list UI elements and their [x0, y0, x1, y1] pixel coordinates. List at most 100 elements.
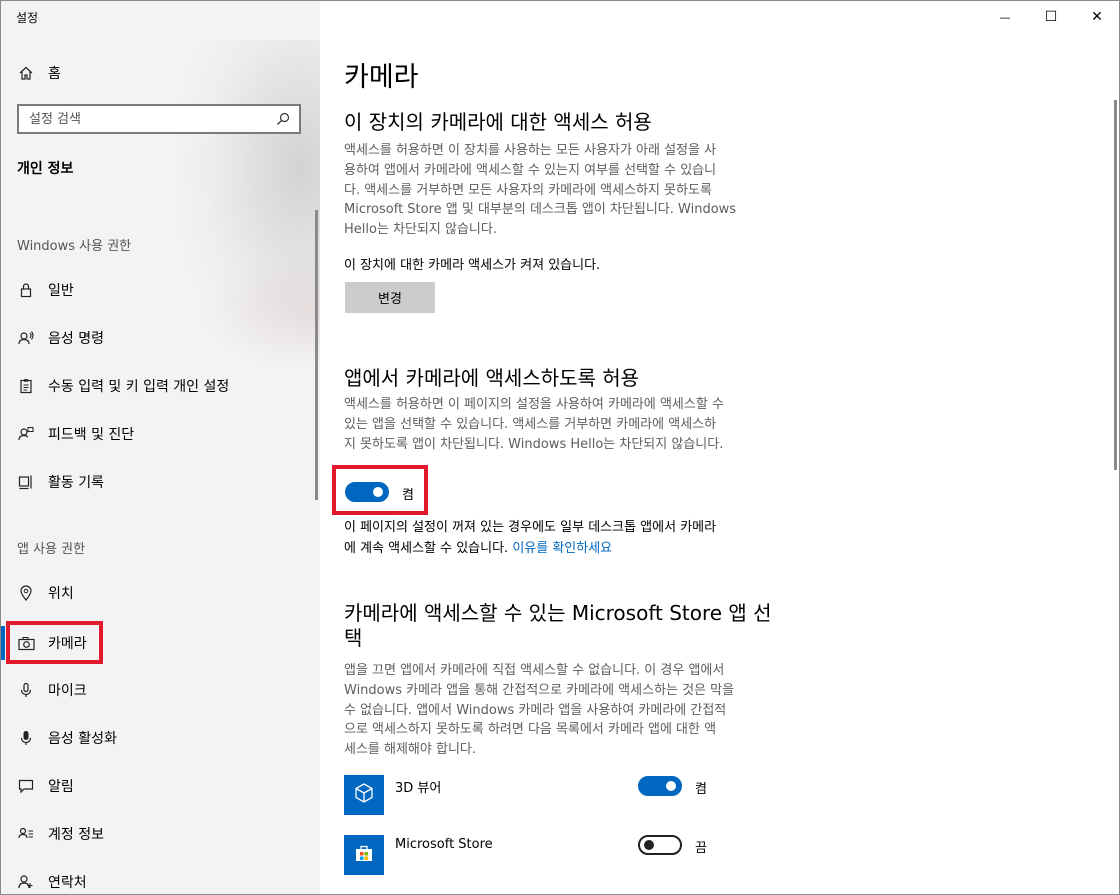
microsoft-store-toggle[interactable] [638, 835, 682, 855]
note-line: 이 페이지의 설정이 꺼져 있는 경우에도 일부 데스크톱 앱에서 카메라 [344, 520, 717, 535]
group-header-windows: Windows 사용 권한 [17, 239, 132, 254]
sidebar-item-feedback[interactable]: 피드백 및 진단 [0, 414, 320, 454]
window-controls: — ☐ ✕ [982, 0, 1120, 34]
search-field[interactable] [17, 104, 301, 134]
contacts-icon [17, 873, 35, 891]
3d-viewer-icon [353, 782, 375, 808]
description-line: Windows 카메라 앱을 통해 간접적으로 카메라에 액세스하는 것은 막을 [344, 682, 735, 698]
minimize-icon: — [999, 10, 1011, 24]
app-access-title: 앱에서 카메라에 액세스하도록 허용 [344, 366, 640, 390]
toggle-knob [644, 840, 654, 850]
description-line: Microsoft Store 앱 및 대부분의 데스크톱 앱이 차단됩니다. … [344, 202, 737, 218]
sidebar-item-label: 위치 [48, 586, 74, 602]
toggle-knob [666, 781, 676, 791]
sidebar-scrollbar[interactable] [315, 210, 318, 500]
main-scrollbar[interactable] [1114, 100, 1117, 470]
location-icon [17, 584, 35, 602]
sidebar-item-camera[interactable]: 카메라 [0, 623, 320, 663]
sidebar-item-label: 수동 입력 및 키 입력 개인 설정 [48, 379, 230, 395]
description-line: 있는 앱을 선택할 수 있습니다. 액세스를 거부하면 카메라에 액세스하 [344, 416, 717, 432]
sidebar-item-label: 알림 [48, 779, 74, 795]
close-icon: ✕ [1091, 9, 1103, 25]
sidebar-item-label: 홈 [48, 66, 61, 82]
microsoft-store-toggle-state: 끔 [695, 841, 707, 856]
section-title: 개인 정보 [17, 161, 74, 177]
title-line: 카메라에 액세스할 수 있는 Microsoft Store 앱 선 [344, 601, 772, 625]
store-apps-title: 카메라에 액세스할 수 있는 Microsoft Store 앱 선 택 [344, 601, 772, 651]
store-apps-description: 앱을 끄면 앱에서 카메라에 직접 액세스할 수 없습니다. 이 경우 앱에서 … [344, 661, 794, 760]
camera-icon [17, 634, 35, 652]
description-line: 세스를 해제해야 합니다. [344, 742, 476, 758]
group-header-apps: 앱 사용 권한 [17, 542, 86, 557]
description-line: 액세스를 허용하면 이 페이지의 설정을 사용하여 카메라에 액세스할 수 [344, 397, 724, 412]
notification-icon [17, 777, 35, 795]
window-title: 설정 [16, 11, 39, 25]
description-line: 다. 액세스를 거부하면 모든 사용자의 카메라에 액세스하지 못하도록 [344, 182, 712, 198]
app-name-3d-viewer: 3D 뷰어 [395, 781, 442, 796]
store-bag-icon [353, 842, 375, 868]
description-line: 수 없습니다. 앱에서 Windows 카메라 앱을 사용하여 카메라에 간접적 [344, 702, 727, 718]
description-line: Hello는 차단되지 않습니다. [344, 222, 497, 238]
clipboard-icon [17, 377, 35, 395]
sidebar-item-label: 일반 [48, 283, 74, 299]
app-access-description: 액세스를 허용하면 이 페이지의 설정을 사용하여 카메라에 액세스할 수 있는… [344, 395, 794, 454]
note-text: 에 계속 액세스할 수 있습니다. [344, 541, 509, 556]
feedback-icon [17, 425, 35, 443]
sidebar-item-inking-typing[interactable]: 수동 입력 및 키 입력 개인 설정 [0, 366, 320, 406]
sidebar-item-account-info[interactable]: 계정 정보 [0, 814, 320, 854]
sidebar-item-label: 음성 활성화 [48, 731, 117, 747]
sidebar-item-voice-activation[interactable]: 음성 활성화 [0, 718, 320, 758]
app-access-toggle-state: 켬 [402, 488, 414, 503]
maximize-icon: ☐ [1044, 9, 1058, 25]
microsoft-store-tile [344, 835, 384, 875]
home-icon [17, 64, 35, 82]
device-access-status: 이 장치에 대한 카메라 액세스가 켜져 있습니다. [344, 258, 601, 273]
app-access-toggle[interactable] [345, 482, 389, 502]
sidebar-item-contacts[interactable]: 연락처 [0, 862, 320, 895]
timeline-icon [17, 473, 35, 491]
close-button[interactable]: ✕ [1074, 0, 1120, 34]
sidebar-item-label: 활동 기록 [48, 475, 104, 491]
sidebar-item-home[interactable]: 홈 [0, 53, 320, 93]
description-line: 으로 액세스하지 못하도록 하려면 다음 목록에서 카메라 앱에 대한 액 [344, 722, 717, 738]
sidebar-item-activity-history[interactable]: 활동 기록 [0, 462, 320, 502]
lock-icon [17, 281, 35, 299]
change-button[interactable]: 변경 [345, 282, 435, 313]
3d-viewer-toggle-state: 켬 [695, 782, 707, 797]
3d-viewer-tile [344, 775, 384, 815]
account-info-icon [17, 825, 35, 843]
sidebar: 설정 홈 개인 정보 Windows 사용 권한 일반 음성 명령 수동 입력 … [0, 0, 320, 895]
sidebar-item-label: 카메라 [48, 636, 87, 652]
title-line: 택 [344, 626, 363, 650]
sidebar-item-label: 연락처 [48, 875, 87, 891]
description-line: 용하여 앱에서 카메라에 액세스할 수 있는지 여부를 선택할 수 있습니 [344, 162, 717, 178]
toggle-knob [373, 487, 383, 497]
search-icon[interactable] [275, 111, 291, 127]
sidebar-item-label: 계정 정보 [48, 827, 104, 843]
sidebar-item-speech[interactable]: 음성 명령 [0, 318, 320, 358]
maximize-button[interactable]: ☐ [1028, 0, 1074, 34]
sidebar-item-location[interactable]: 위치 [0, 573, 320, 613]
device-access-description: 액세스를 허용하면 이 장치를 사용하는 모든 사용자가 아래 설정을 사 용하… [344, 141, 794, 240]
sidebar-item-general[interactable]: 일반 [0, 270, 320, 310]
microphone-icon [17, 681, 35, 699]
device-access-title: 이 장치의 카메라에 대한 액세스 허용 [344, 110, 652, 134]
page-title: 카메라 [344, 62, 419, 93]
speech-icon [17, 329, 35, 347]
sidebar-item-label: 음성 명령 [48, 331, 104, 347]
app-name-microsoft-store: Microsoft Store [395, 837, 493, 852]
sidebar-item-label: 피드백 및 진단 [48, 427, 135, 443]
description-line: 앱을 끄면 앱에서 카메라에 직접 액세스할 수 없습니다. 이 경우 앱에서 [344, 663, 725, 678]
app-access-note: 이 페이지의 설정이 꺼져 있는 경우에도 일부 데스크톱 앱에서 카메라 에 … [344, 517, 716, 559]
minimize-button[interactable]: — [982, 0, 1028, 34]
description-line: 지 못하도록 앱이 차단됩니다. Windows Hello는 차단되지 않습니… [344, 436, 724, 452]
sidebar-item-microphone[interactable]: 마이크 [0, 670, 320, 710]
learn-why-link[interactable]: 이유를 확인하세요 [512, 541, 612, 556]
voice-activation-icon [17, 729, 35, 747]
sidebar-item-notifications[interactable]: 알림 [0, 766, 320, 806]
description-line: 액세스를 허용하면 이 장치를 사용하는 모든 사용자가 아래 설정을 사 [344, 143, 717, 158]
3d-viewer-toggle[interactable] [638, 776, 682, 796]
search-input[interactable] [19, 110, 275, 128]
main-content: — ☐ ✕ 카메라 이 장치의 카메라에 대한 액세스 허용 액세스를 허용하면… [320, 0, 1120, 895]
sidebar-item-label: 마이크 [48, 683, 87, 699]
